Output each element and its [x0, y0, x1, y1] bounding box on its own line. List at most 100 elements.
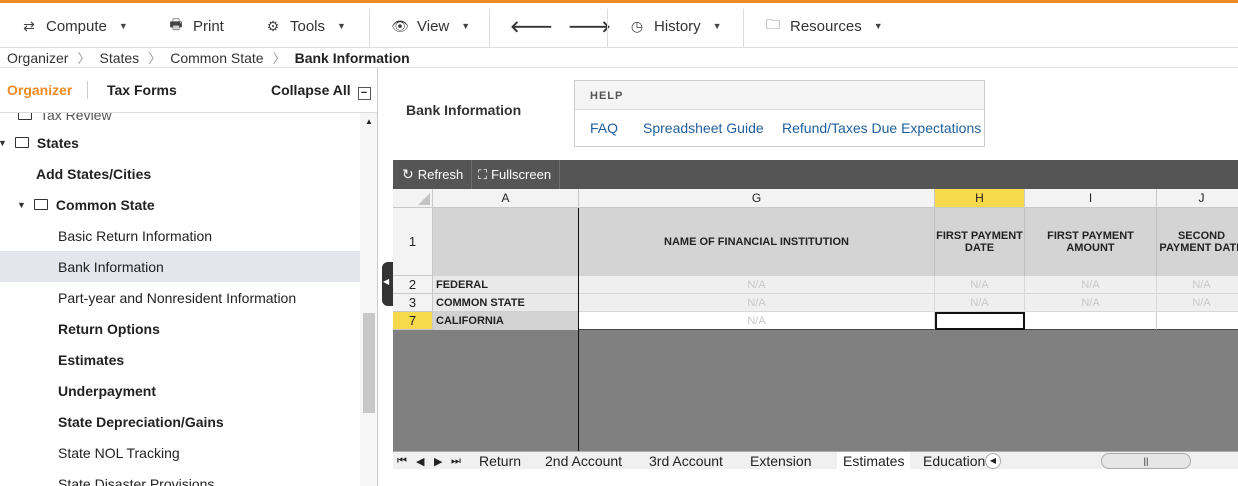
table-cell[interactable]: N/A: [935, 276, 1025, 294]
column-title-first-payment-amount[interactable]: FIRST PAYMENT AMOUNT: [1025, 208, 1157, 276]
row-label-common-state[interactable]: COMMON STATE: [433, 294, 579, 312]
tree-item-label: Add States/Cities: [36, 165, 152, 182]
main-content: Bank Information HELP FAQ Spreadsheet Gu…: [393, 68, 1238, 486]
tab-organizer[interactable]: Organizer: [7, 82, 72, 98]
resources-menu[interactable]: 🗀 Resources ▼: [764, 6, 883, 46]
briefcase-icon: 🗀: [766, 16, 780, 32]
row-header-1[interactable]: 1: [393, 208, 433, 276]
collapse-all-label: Collapse All: [271, 82, 351, 98]
sheet-tab-education[interactable]: Education: [923, 452, 985, 470]
active-cell-input[interactable]: [935, 312, 1025, 330]
next-sheet-icon[interactable]: ▶: [434, 452, 442, 470]
tree-item-nol-tracking[interactable]: State NOL Tracking: [0, 437, 360, 468]
column-header-j[interactable]: J: [1157, 189, 1238, 208]
table-cell[interactable]: N/A: [579, 312, 935, 330]
breadcrumb-states[interactable]: States: [92, 50, 146, 66]
last-sheet-icon[interactable]: ⏭: [451, 452, 461, 470]
corner-triangle-icon: [418, 193, 430, 205]
row-header-7[interactable]: 7: [393, 312, 433, 330]
arrow-right-icon: 🡒: [568, 18, 611, 36]
printer-icon: 🖶: [169, 16, 183, 32]
tree-item-underpayment[interactable]: Underpayment: [0, 375, 360, 406]
panel-collapse-handle[interactable]: ◀: [382, 262, 393, 306]
tree-item-label: Bank Information: [58, 258, 164, 275]
table-cell[interactable]: N/A: [1157, 276, 1238, 294]
compute-menu[interactable]: ⇄ Compute ▼: [20, 6, 128, 46]
sheet-tab-estimates[interactable]: Estimates: [837, 452, 911, 470]
tree-item-label: State Depreciation/Gains: [58, 413, 224, 430]
chevron-down-icon: ▼: [712, 21, 722, 31]
tree-item-depreciation[interactable]: State Depreciation/Gains: [0, 406, 360, 437]
first-sheet-icon[interactable]: ⏮: [397, 452, 407, 470]
chevron-down-icon: ▼: [873, 21, 883, 31]
tools-menu[interactable]: ⚙ Tools ▼: [264, 6, 346, 46]
print-button[interactable]: 🖶 Print: [167, 6, 223, 46]
row-header-2[interactable]: 2: [393, 276, 433, 294]
help-link-refund[interactable]: Refund/Taxes Due Expectations: [782, 120, 981, 136]
help-link-faq[interactable]: FAQ: [590, 120, 618, 136]
tree-item-bank-information[interactable]: Bank Information: [0, 251, 360, 282]
table-cell[interactable]: N/A: [1025, 276, 1157, 294]
breadcrumb-organizer[interactable]: Organizer: [0, 50, 75, 66]
table-cell[interactable]: [1157, 312, 1238, 330]
back-button[interactable]: 🡐: [510, 6, 553, 46]
table-cell[interactable]: N/A: [579, 276, 935, 294]
tree-item-label: State Disaster Provisions: [58, 475, 215, 486]
tree-item-label: Common State: [55, 196, 155, 213]
table-cell[interactable]: N/A: [1025, 294, 1157, 312]
breadcrumb-current: Bank Information: [294, 49, 410, 66]
help-box: HELP FAQ Spreadsheet Guide Refund/Taxes …: [574, 80, 985, 147]
tree-item-label: State NOL Tracking: [58, 444, 180, 461]
help-link-spreadsheet-guide[interactable]: Spreadsheet Guide: [643, 120, 764, 136]
select-all-corner[interactable]: [393, 189, 433, 208]
table-cell[interactable]: N/A: [579, 294, 935, 312]
row-label-california[interactable]: CALIFORNIA: [433, 312, 579, 330]
tree-item-label: Basic Return Information: [58, 227, 213, 244]
scroll-up-arrow-icon[interactable]: ▲: [365, 117, 373, 126]
collapse-all-button[interactable]: Collapse All −: [271, 82, 371, 100]
toolbar-divider: [607, 9, 608, 47]
tree-item-return-options[interactable]: Return Options: [0, 313, 360, 344]
row-label-federal[interactable]: FEDERAL: [433, 276, 579, 294]
tree-item-disaster[interactable]: State Disaster Provisions: [0, 468, 360, 486]
column-title-first-payment-date[interactable]: FIRST PAYMENT DATE: [935, 208, 1025, 276]
table-cell[interactable]: N/A: [1157, 294, 1238, 312]
tab-divider: [87, 81, 88, 99]
column-header-a[interactable]: A: [433, 189, 579, 208]
table-cell[interactable]: [1025, 312, 1157, 330]
history-menu[interactable]: ◷ History ▼: [628, 6, 722, 46]
horizontal-scrollbar-thumb[interactable]: ||: [1101, 453, 1191, 469]
forward-button[interactable]: 🡒: [568, 6, 611, 46]
sheet-tab-2nd-account[interactable]: 2nd Account: [545, 452, 622, 470]
tab-tax-forms[interactable]: Tax Forms: [107, 82, 177, 98]
tree-item-basic-return[interactable]: Basic Return Information: [0, 220, 360, 251]
column-header-h[interactable]: H: [935, 189, 1025, 208]
tree-item-states[interactable]: ▼ States: [0, 127, 360, 158]
sheet-tab-extension[interactable]: Extension: [750, 452, 811, 470]
breadcrumb-common-state[interactable]: Common State: [163, 50, 270, 66]
row-header-3[interactable]: 3: [393, 294, 433, 312]
refresh-button[interactable]: ↻ Refresh: [394, 160, 473, 189]
sheet-tab-bar: ⏮ ◀ ▶ ⏭ Return 2nd Account 3rd Account E…: [393, 451, 1238, 470]
column-header-i[interactable]: I: [1025, 189, 1157, 208]
tree-item-add-states[interactable]: Add States/Cities: [0, 158, 360, 189]
sheet-tab-return[interactable]: Return: [479, 452, 521, 470]
folder-icon: [33, 199, 48, 210]
scroll-left-icon[interactable]: ◀: [985, 453, 1001, 469]
table-cell[interactable]: N/A: [935, 294, 1025, 312]
fullscreen-button[interactable]: ⛶ Fullscreen: [470, 160, 561, 189]
column-title-institution[interactable]: NAME OF FINANCIAL INSTITUTION: [579, 208, 935, 276]
tree-item-part-year[interactable]: Part-year and Nonresident Information: [0, 282, 360, 313]
scrollbar-thumb[interactable]: [363, 313, 375, 413]
tree-scrollbar[interactable]: ▲: [360, 113, 377, 486]
tree-item-estimates[interactable]: Estimates: [0, 344, 360, 375]
sheet-tab-3rd-account[interactable]: 3rd Account: [649, 452, 723, 470]
column-header-g[interactable]: G: [579, 189, 935, 208]
view-menu[interactable]: 👁 View ▼: [391, 6, 470, 46]
tree-item-common-state[interactable]: ▼ Common State: [0, 189, 360, 220]
prev-sheet-icon[interactable]: ◀: [416, 452, 424, 470]
column-title-second-payment-date[interactable]: SECOND PAYMENT DATE: [1157, 208, 1238, 276]
column-title-a[interactable]: [433, 208, 579, 276]
page-title: Bank Information: [406, 102, 522, 118]
chevron-right-icon: 〉: [148, 51, 162, 66]
